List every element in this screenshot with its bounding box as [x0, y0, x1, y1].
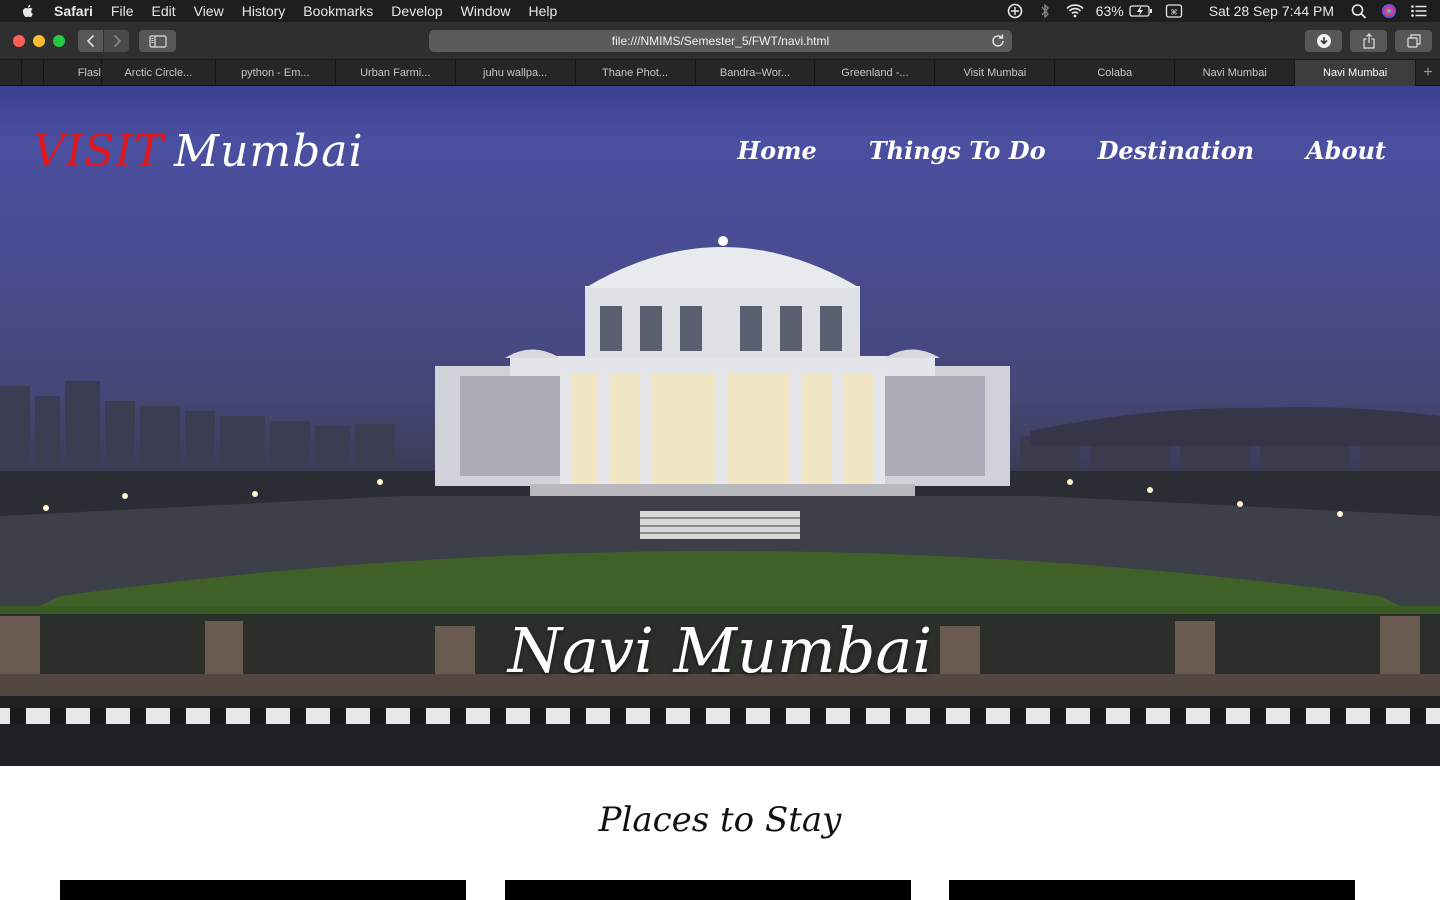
- menu-develop[interactable]: Develop: [391, 0, 442, 22]
- tab-label: Colaba: [1097, 67, 1133, 79]
- stay-card-2[interactable]: [505, 880, 911, 900]
- nav-destination[interactable]: Destination: [1098, 136, 1254, 165]
- window-minimize-button[interactable]: [33, 35, 45, 47]
- site-logo[interactable]: VISIT Mumbai: [33, 126, 364, 177]
- reload-icon[interactable]: [990, 33, 1006, 49]
- menu-history[interactable]: History: [242, 0, 286, 22]
- tab-overview-icon: [1406, 34, 1421, 48]
- tab-bandra-worli[interactable]: Bandra–Wor...: [696, 60, 816, 86]
- wifi-icon[interactable]: [1066, 3, 1084, 19]
- menu-bookmarks[interactable]: Bookmarks: [303, 0, 373, 22]
- bluetooth-icon[interactable]: [1036, 3, 1054, 19]
- plus-icon: +: [1423, 63, 1433, 81]
- menu-view[interactable]: View: [194, 0, 224, 22]
- tab-greenland[interactable]: Greenland -...: [815, 60, 936, 86]
- hero-banner: VISIT Mumbai Home Things To Do Destinatio…: [0, 86, 1440, 766]
- browser-toolbar: file:///NMIMS/Semester_5/FWT/navi.html: [0, 22, 1440, 60]
- keyboard-input-icon[interactable]: ⌘: [1165, 3, 1183, 19]
- download-icon: [1316, 34, 1331, 48]
- tab-label: Arctic Circle...: [124, 67, 193, 79]
- new-tab-button[interactable]: +: [1416, 60, 1440, 85]
- tab-pinned-1[interactable]: [0, 60, 22, 86]
- tab-label: Bandra–Wor...: [719, 67, 791, 79]
- tab-visit-mumbai[interactable]: Visit Mumbai: [935, 60, 1056, 86]
- menu-window[interactable]: Window: [461, 0, 511, 22]
- notification-center-icon[interactable]: [1410, 3, 1428, 19]
- menubar: Safari File Edit View History Bookmarks …: [0, 0, 1440, 22]
- sidebar-toggle-button[interactable]: [139, 30, 176, 52]
- stay-card-3[interactable]: [949, 880, 1355, 900]
- site-nav: Home Things To Do Destination About: [685, 136, 1386, 165]
- clock[interactable]: Sat 28 Sep 7:44 PM: [1209, 3, 1334, 19]
- share-icon: [1362, 33, 1375, 49]
- tab-label: Greenland -...: [841, 67, 909, 79]
- tab-label: python - Em...: [241, 67, 310, 79]
- logo-mumbai: Mumbai: [174, 126, 364, 177]
- battery-charging-icon[interactable]: [1129, 3, 1153, 19]
- hero-title: Navi Mumbai: [507, 614, 933, 687]
- tab-navi-mumbai-active[interactable]: Navi Mumbai: [1295, 60, 1417, 86]
- nav-home[interactable]: Home: [737, 136, 816, 165]
- tab-label: Navi Mumbai: [1323, 67, 1388, 79]
- logo-visit: VISIT: [33, 126, 165, 177]
- svg-text:⌘: ⌘: [1170, 9, 1177, 17]
- back-button[interactable]: [78, 30, 103, 52]
- status-area: 63% ⌘ Sat 28 Sep 7:44 PM: [1006, 0, 1440, 22]
- tab-label: Flasl: [77, 67, 101, 79]
- spotlight-search-icon[interactable]: [1350, 3, 1368, 19]
- tab-flash[interactable]: Flasl: [44, 60, 102, 86]
- window-close-button[interactable]: [13, 35, 25, 47]
- address-bar[interactable]: file:///NMIMS/Semester_5/FWT/navi.html: [429, 30, 1012, 52]
- creative-cloud-icon[interactable]: [1006, 3, 1024, 19]
- tab-overview-button[interactable]: [1395, 30, 1432, 52]
- tab-colaba[interactable]: Colaba: [1055, 60, 1176, 86]
- siri-icon[interactable]: [1380, 3, 1398, 19]
- downloads-button[interactable]: [1305, 30, 1342, 52]
- chevron-right-icon: [113, 34, 121, 48]
- nav-things-to-do[interactable]: Things To Do: [869, 136, 1046, 165]
- tab-pinned-2[interactable]: [22, 60, 44, 86]
- address-bar-url: file:///NMIMS/Semester_5/FWT/navi.html: [611, 34, 830, 48]
- tab-python[interactable]: python - Em...: [216, 60, 336, 86]
- tab-label: Urban Farmi...: [360, 67, 431, 79]
- sidebar-icon: [148, 34, 167, 48]
- tab-thane-photos[interactable]: Thane Phot...: [576, 60, 696, 86]
- tab-bar: Flasl Arctic Circle... python - Em... Ur…: [0, 60, 1440, 86]
- tab-juhu-wallpaper[interactable]: juhu wallpa...: [456, 60, 576, 86]
- tab-label: Thane Phot...: [602, 67, 669, 79]
- menu-app-safari[interactable]: Safari: [54, 0, 93, 22]
- forward-button[interactable]: [104, 30, 129, 52]
- window-fullscreen-button[interactable]: [53, 35, 65, 47]
- stay-card-1[interactable]: [60, 880, 466, 900]
- tab-urban-farming[interactable]: Urban Farmi...: [336, 60, 456, 86]
- menu-edit[interactable]: Edit: [151, 0, 175, 22]
- menu-help[interactable]: Help: [528, 0, 557, 22]
- history-nav: [78, 30, 129, 52]
- tab-label: Visit Mumbai: [963, 67, 1027, 79]
- chevron-left-icon: [86, 34, 94, 48]
- tab-arctic-circle[interactable]: Arctic Circle...: [102, 60, 216, 86]
- tab-label: Navi Mumbai: [1202, 67, 1267, 79]
- share-button[interactable]: [1350, 30, 1387, 52]
- apple-icon[interactable]: [20, 3, 36, 19]
- section-title: Places to Stay: [598, 800, 842, 840]
- menu-file[interactable]: File: [111, 0, 134, 22]
- battery-percentage: 63%: [1095, 3, 1124, 19]
- tab-navi-mumbai[interactable]: Navi Mumbai: [1175, 60, 1296, 86]
- tab-label: juhu wallpa...: [483, 67, 548, 79]
- nav-about[interactable]: About: [1306, 136, 1386, 165]
